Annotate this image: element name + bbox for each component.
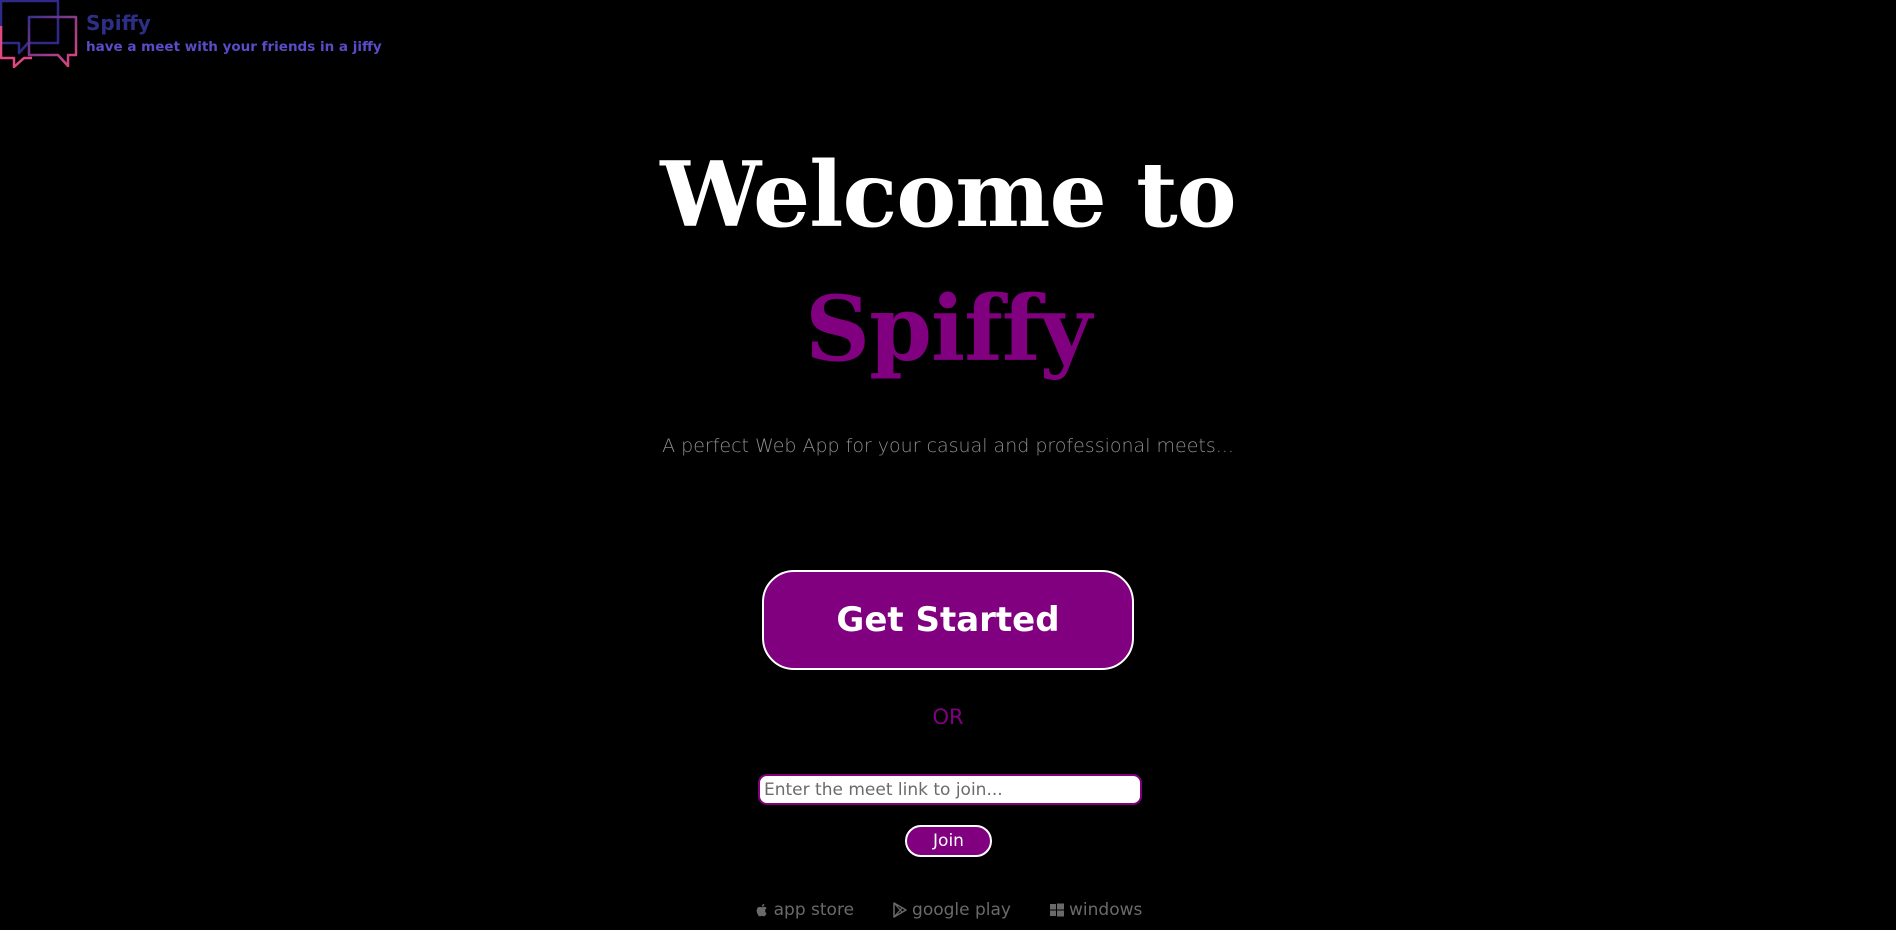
store-links: app store google play windows [0,900,1896,920]
google-play-link[interactable]: google play [892,900,1011,920]
hero-subtitle: A perfect Web App for your casual and pr… [662,435,1234,457]
hero-brand-name: Spiffy [805,276,1092,382]
windows-label: windows [1069,900,1143,920]
hero-title: Welcome to [660,142,1236,248]
google-play-icon [892,902,908,918]
chat-bubbles-icon [0,0,78,69]
google-play-label: google play [912,900,1011,920]
apple-icon [754,902,770,918]
meet-link-input[interactable] [758,774,1142,805]
windows-icon [1049,902,1065,918]
or-divider-text: OR [932,705,964,729]
get-started-button[interactable]: Get Started [762,570,1134,670]
brand-tagline: have a meet with your friends in a jiffy [86,39,382,55]
app-store-label: app store [773,900,855,920]
join-button[interactable]: Join [905,825,992,857]
landing-page: Spiffy have a meet with your friends in … [0,0,1896,930]
brand-name: Spiffy [86,11,151,35]
windows-link[interactable]: windows [1049,900,1142,920]
app-store-link[interactable]: app store [754,900,854,920]
